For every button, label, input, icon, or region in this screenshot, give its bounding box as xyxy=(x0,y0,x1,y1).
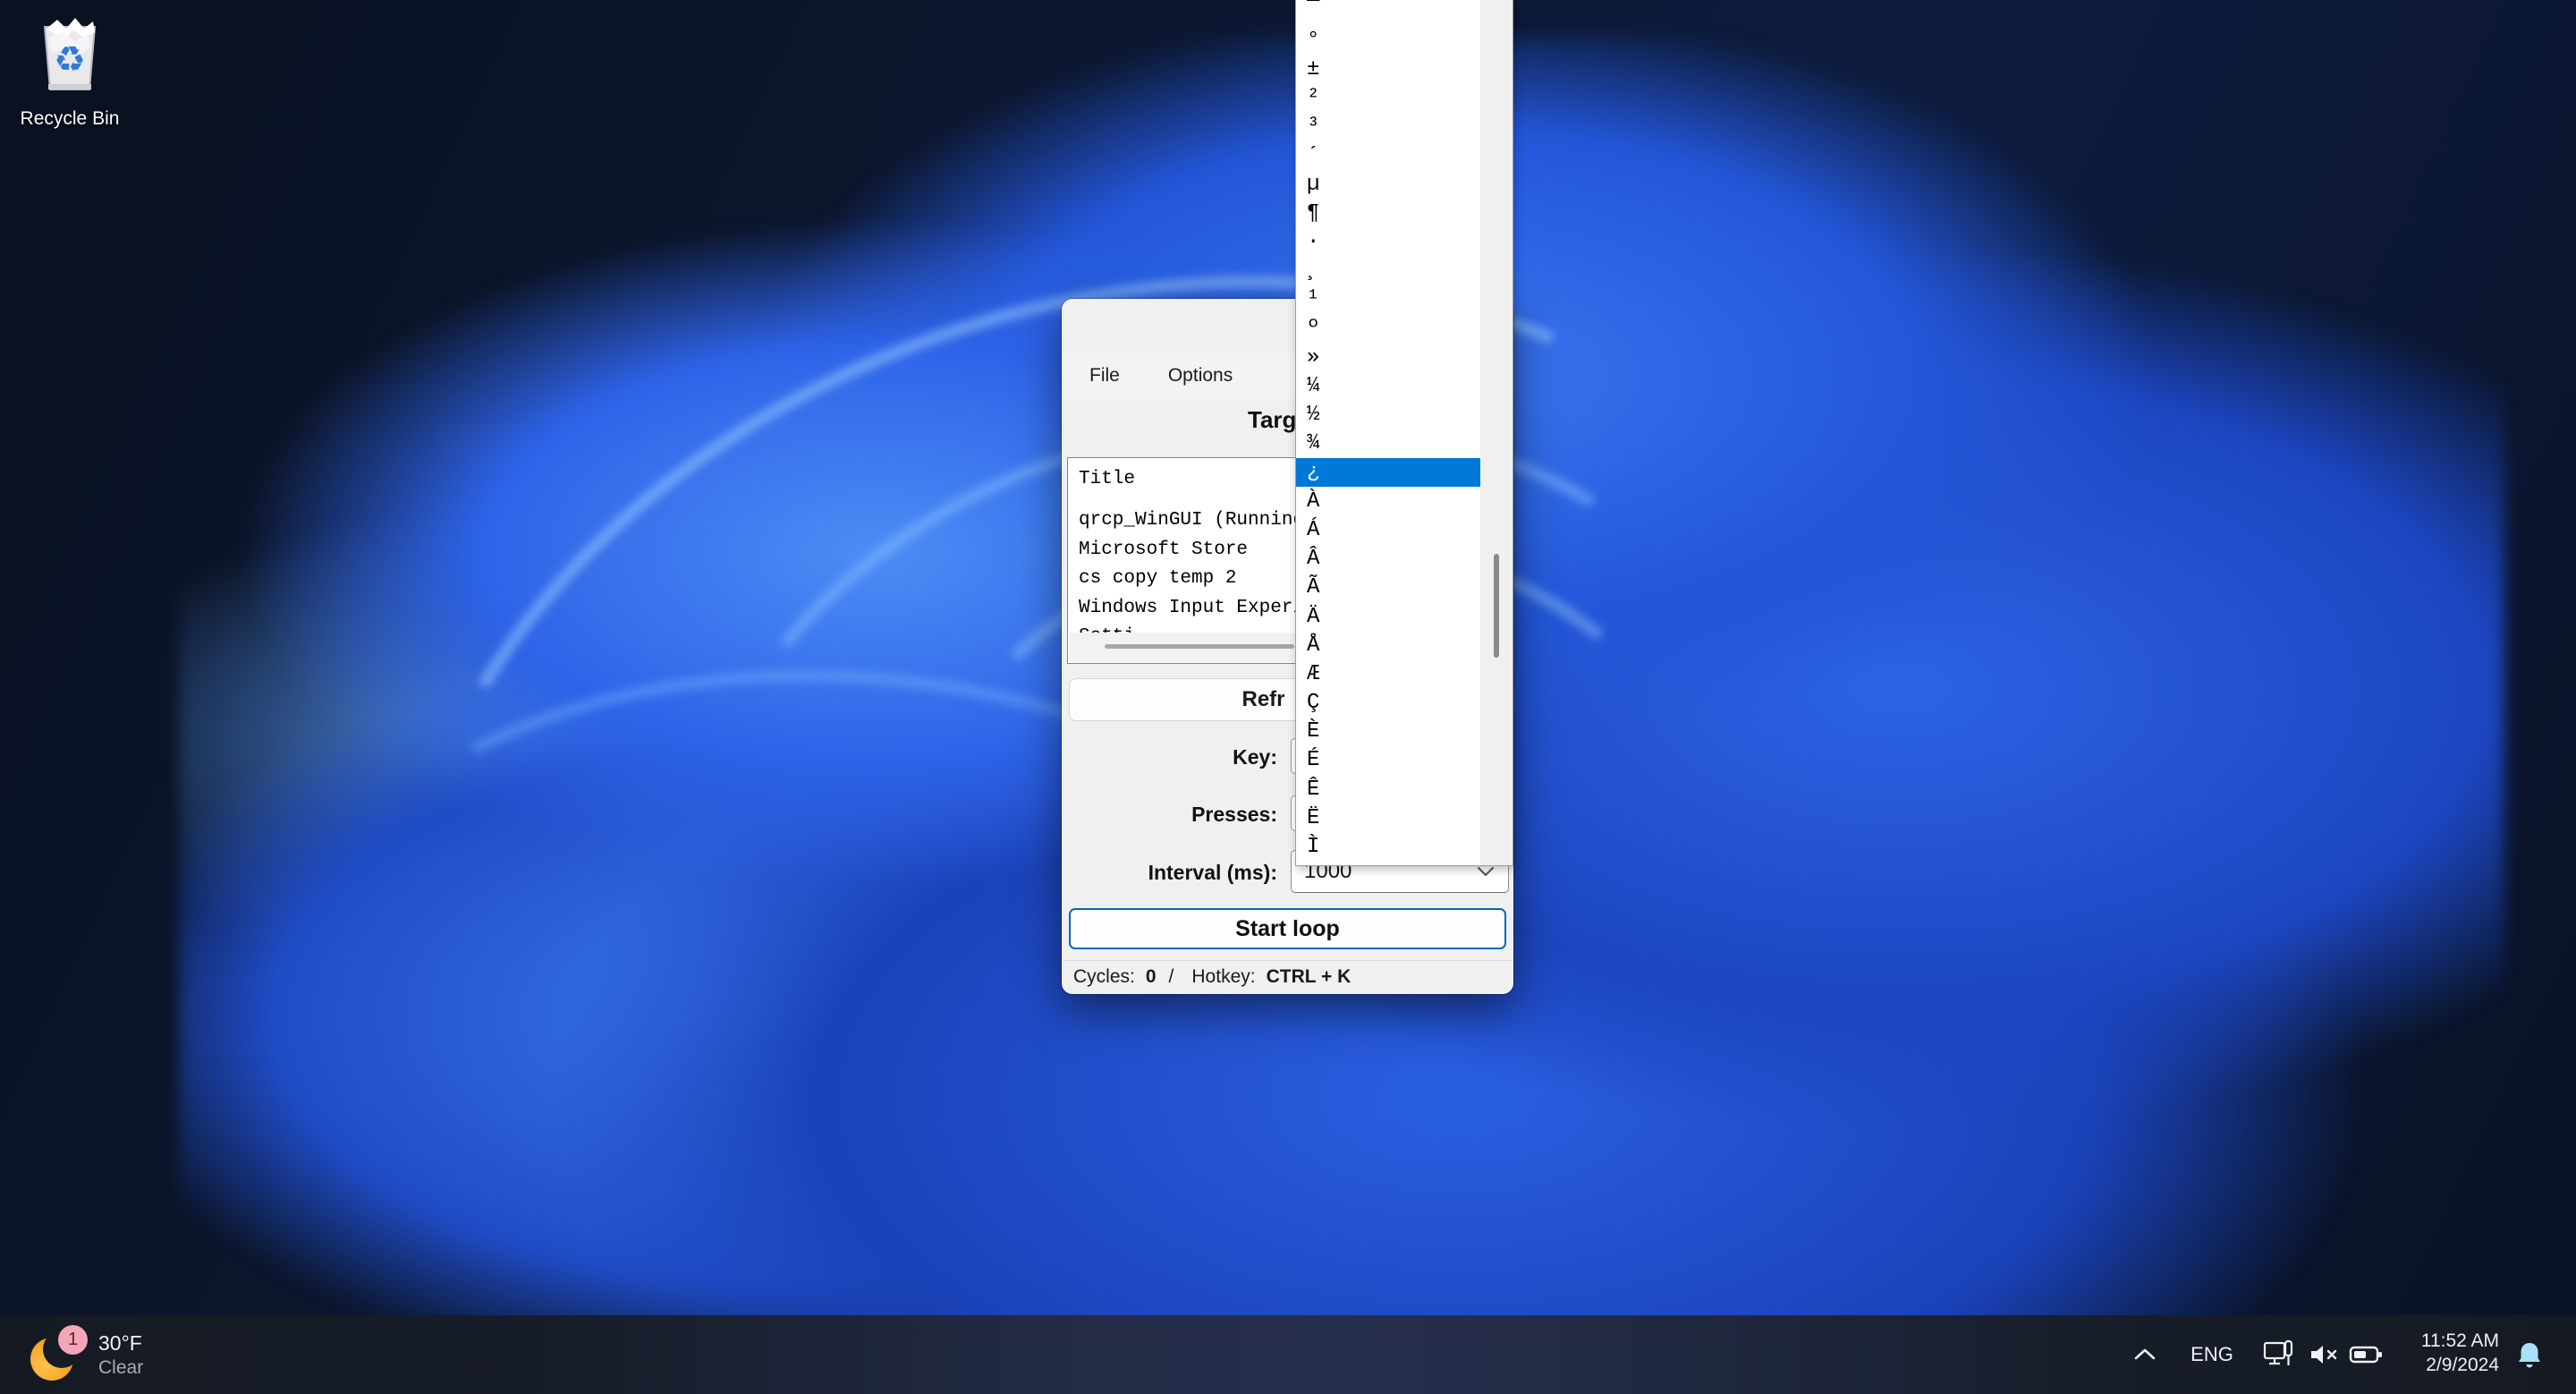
key-label: Key: xyxy=(1233,745,1277,769)
vertical-scrollbar-thumb[interactable] xyxy=(1494,554,1499,658)
dropdown-option[interactable]: ³ xyxy=(1296,113,1480,141)
recycle-bin-label: Recycle Bin xyxy=(20,108,120,129)
language-indicator[interactable]: ENG xyxy=(2184,1342,2240,1367)
cycles-value: 0 xyxy=(1145,966,1157,987)
monitor-pen-icon xyxy=(2263,1339,2293,1365)
weather-condition: Clear xyxy=(98,1356,144,1378)
menu-options[interactable]: Options xyxy=(1165,360,1236,392)
target-window-heading: Targ xyxy=(1248,406,1297,433)
dropdown-option[interactable]: » xyxy=(1296,343,1480,371)
hotkey-label: Hotkey: xyxy=(1191,966,1256,987)
start-loop-label: Start loop xyxy=(1235,915,1340,941)
notification-bell-icon xyxy=(2519,1343,2540,1368)
dropdown-option[interactable]: Ë xyxy=(1296,803,1480,832)
tray-expand-button[interactable] xyxy=(2129,1342,2161,1367)
horizontal-scrollbar-thumb[interactable] xyxy=(1105,644,1294,649)
presses-label: Presses: xyxy=(1191,803,1277,826)
dropdown-option[interactable]: Â xyxy=(1296,545,1480,574)
display-device-button[interactable] xyxy=(2261,1339,2297,1371)
window-list-row[interactable]: cs copy temp 2 xyxy=(1079,568,1236,589)
weather-temperature: 30°F xyxy=(98,1330,142,1355)
dropdown-option[interactable]: Ì xyxy=(1296,832,1480,861)
window-list-row[interactable]: Microsoft Store xyxy=(1079,540,1248,560)
vertical-scrollbar[interactable] xyxy=(1480,0,1513,865)
dropdown-option[interactable]: Æ xyxy=(1296,659,1480,688)
weather-widget[interactable]: 1 30°F Clear xyxy=(21,1319,152,1390)
clear-night-icon: 1 xyxy=(30,1325,88,1382)
dropdown-option[interactable]: ¶ xyxy=(1296,199,1480,227)
dropdown-option[interactable]: Á xyxy=(1296,515,1480,544)
clock-time: 11:52 AM xyxy=(2420,1330,2499,1351)
dropdown-option[interactable]: Å xyxy=(1296,631,1480,659)
dropdown-option[interactable]: ¼ xyxy=(1296,371,1480,400)
dropdown-option[interactable]: ´ xyxy=(1296,141,1480,170)
status-bar: Cycles: 0 / Hotkey: CTRL + K xyxy=(1063,960,1513,993)
dropdown-option[interactable]: Ä xyxy=(1296,602,1480,631)
recycle-bin-shortcut[interactable]: ♻ Recycle Bin xyxy=(11,11,129,130)
dropdown-option[interactable]: ¾ xyxy=(1296,429,1480,458)
key-dropdown-list: ¯ ° ± ² ³ ´ µ ¶ · ¸ ¹ º» ¼ ½ ¾ ¿ À Á Â Ã Ä Å Æ Ç È É Ê Ë Ì xyxy=(1296,0,1480,865)
notification-badge: 1 xyxy=(58,1325,88,1355)
start-loop-button[interactable]: Start loop xyxy=(1069,908,1506,949)
key-dropdown-popup: ¯ ° ± ² ³ ´ µ ¶ · ¸ ¹ º» ¼ ½ ¾ ¿ À Á Â Ã Ä Å Æ Ç È É Ê Ë Ì xyxy=(1295,0,1513,866)
dropdown-option[interactable]: È xyxy=(1296,718,1480,746)
interval-label: Interval (ms): xyxy=(1148,861,1277,884)
dropdown-option[interactable]: · xyxy=(1296,228,1480,257)
refresh-button-label: Refr xyxy=(1241,687,1285,711)
dropdown-option[interactable]: ° xyxy=(1296,26,1480,55)
svg-text:♻: ♻ xyxy=(54,39,86,81)
status-divider: / xyxy=(1168,966,1174,987)
dropdown-option[interactable]: ¸ xyxy=(1296,257,1480,285)
battery-button[interactable] xyxy=(2347,1342,2386,1367)
dropdown-option[interactable]: Ê xyxy=(1296,775,1480,803)
speaker-muted-icon xyxy=(2311,1346,2337,1364)
dropdown-option[interactable]: µ xyxy=(1296,170,1480,199)
window-list-row[interactable]: qrcp_WinGUI (Running xyxy=(1079,510,1304,531)
chevron-up-icon xyxy=(2134,1348,2156,1360)
menu-file[interactable]: File xyxy=(1086,360,1123,392)
dropdown-option[interactable]: Ã xyxy=(1296,574,1480,602)
notification-center-button[interactable] xyxy=(2513,1340,2546,1371)
dropdown-option[interactable]: Ç xyxy=(1296,689,1480,718)
dropdown-option[interactable]: ¹ xyxy=(1296,285,1480,314)
dropdown-option[interactable]: ½ xyxy=(1296,401,1480,429)
dropdown-option[interactable]: ¯ xyxy=(1296,0,1480,26)
dropdown-option[interactable]: É xyxy=(1296,746,1480,775)
clock-date: 2/9/2024 xyxy=(2426,1355,2499,1375)
volume-button[interactable] xyxy=(2306,1340,2343,1369)
dropdown-option[interactable]: º xyxy=(1296,314,1480,343)
dropdown-option-selected[interactable]: ¿ xyxy=(1296,458,1480,488)
battery-icon xyxy=(2349,1346,2382,1364)
chevron-down-icon xyxy=(1477,866,1495,877)
cycles-label: Cycles: xyxy=(1073,966,1135,987)
clock[interactable]: 11:52 AM 2/9/2024 xyxy=(2421,1329,2499,1377)
dropdown-option[interactable]: ² xyxy=(1296,84,1480,113)
dropdown-option[interactable]: ± xyxy=(1296,55,1480,83)
hotkey-value: CTRL + K xyxy=(1266,966,1352,987)
recycle-bin-icon: ♻ xyxy=(43,18,97,90)
window-list-row[interactable]: Windows Input Experi xyxy=(1079,598,1304,618)
dropdown-option[interactable]: À xyxy=(1296,487,1480,515)
